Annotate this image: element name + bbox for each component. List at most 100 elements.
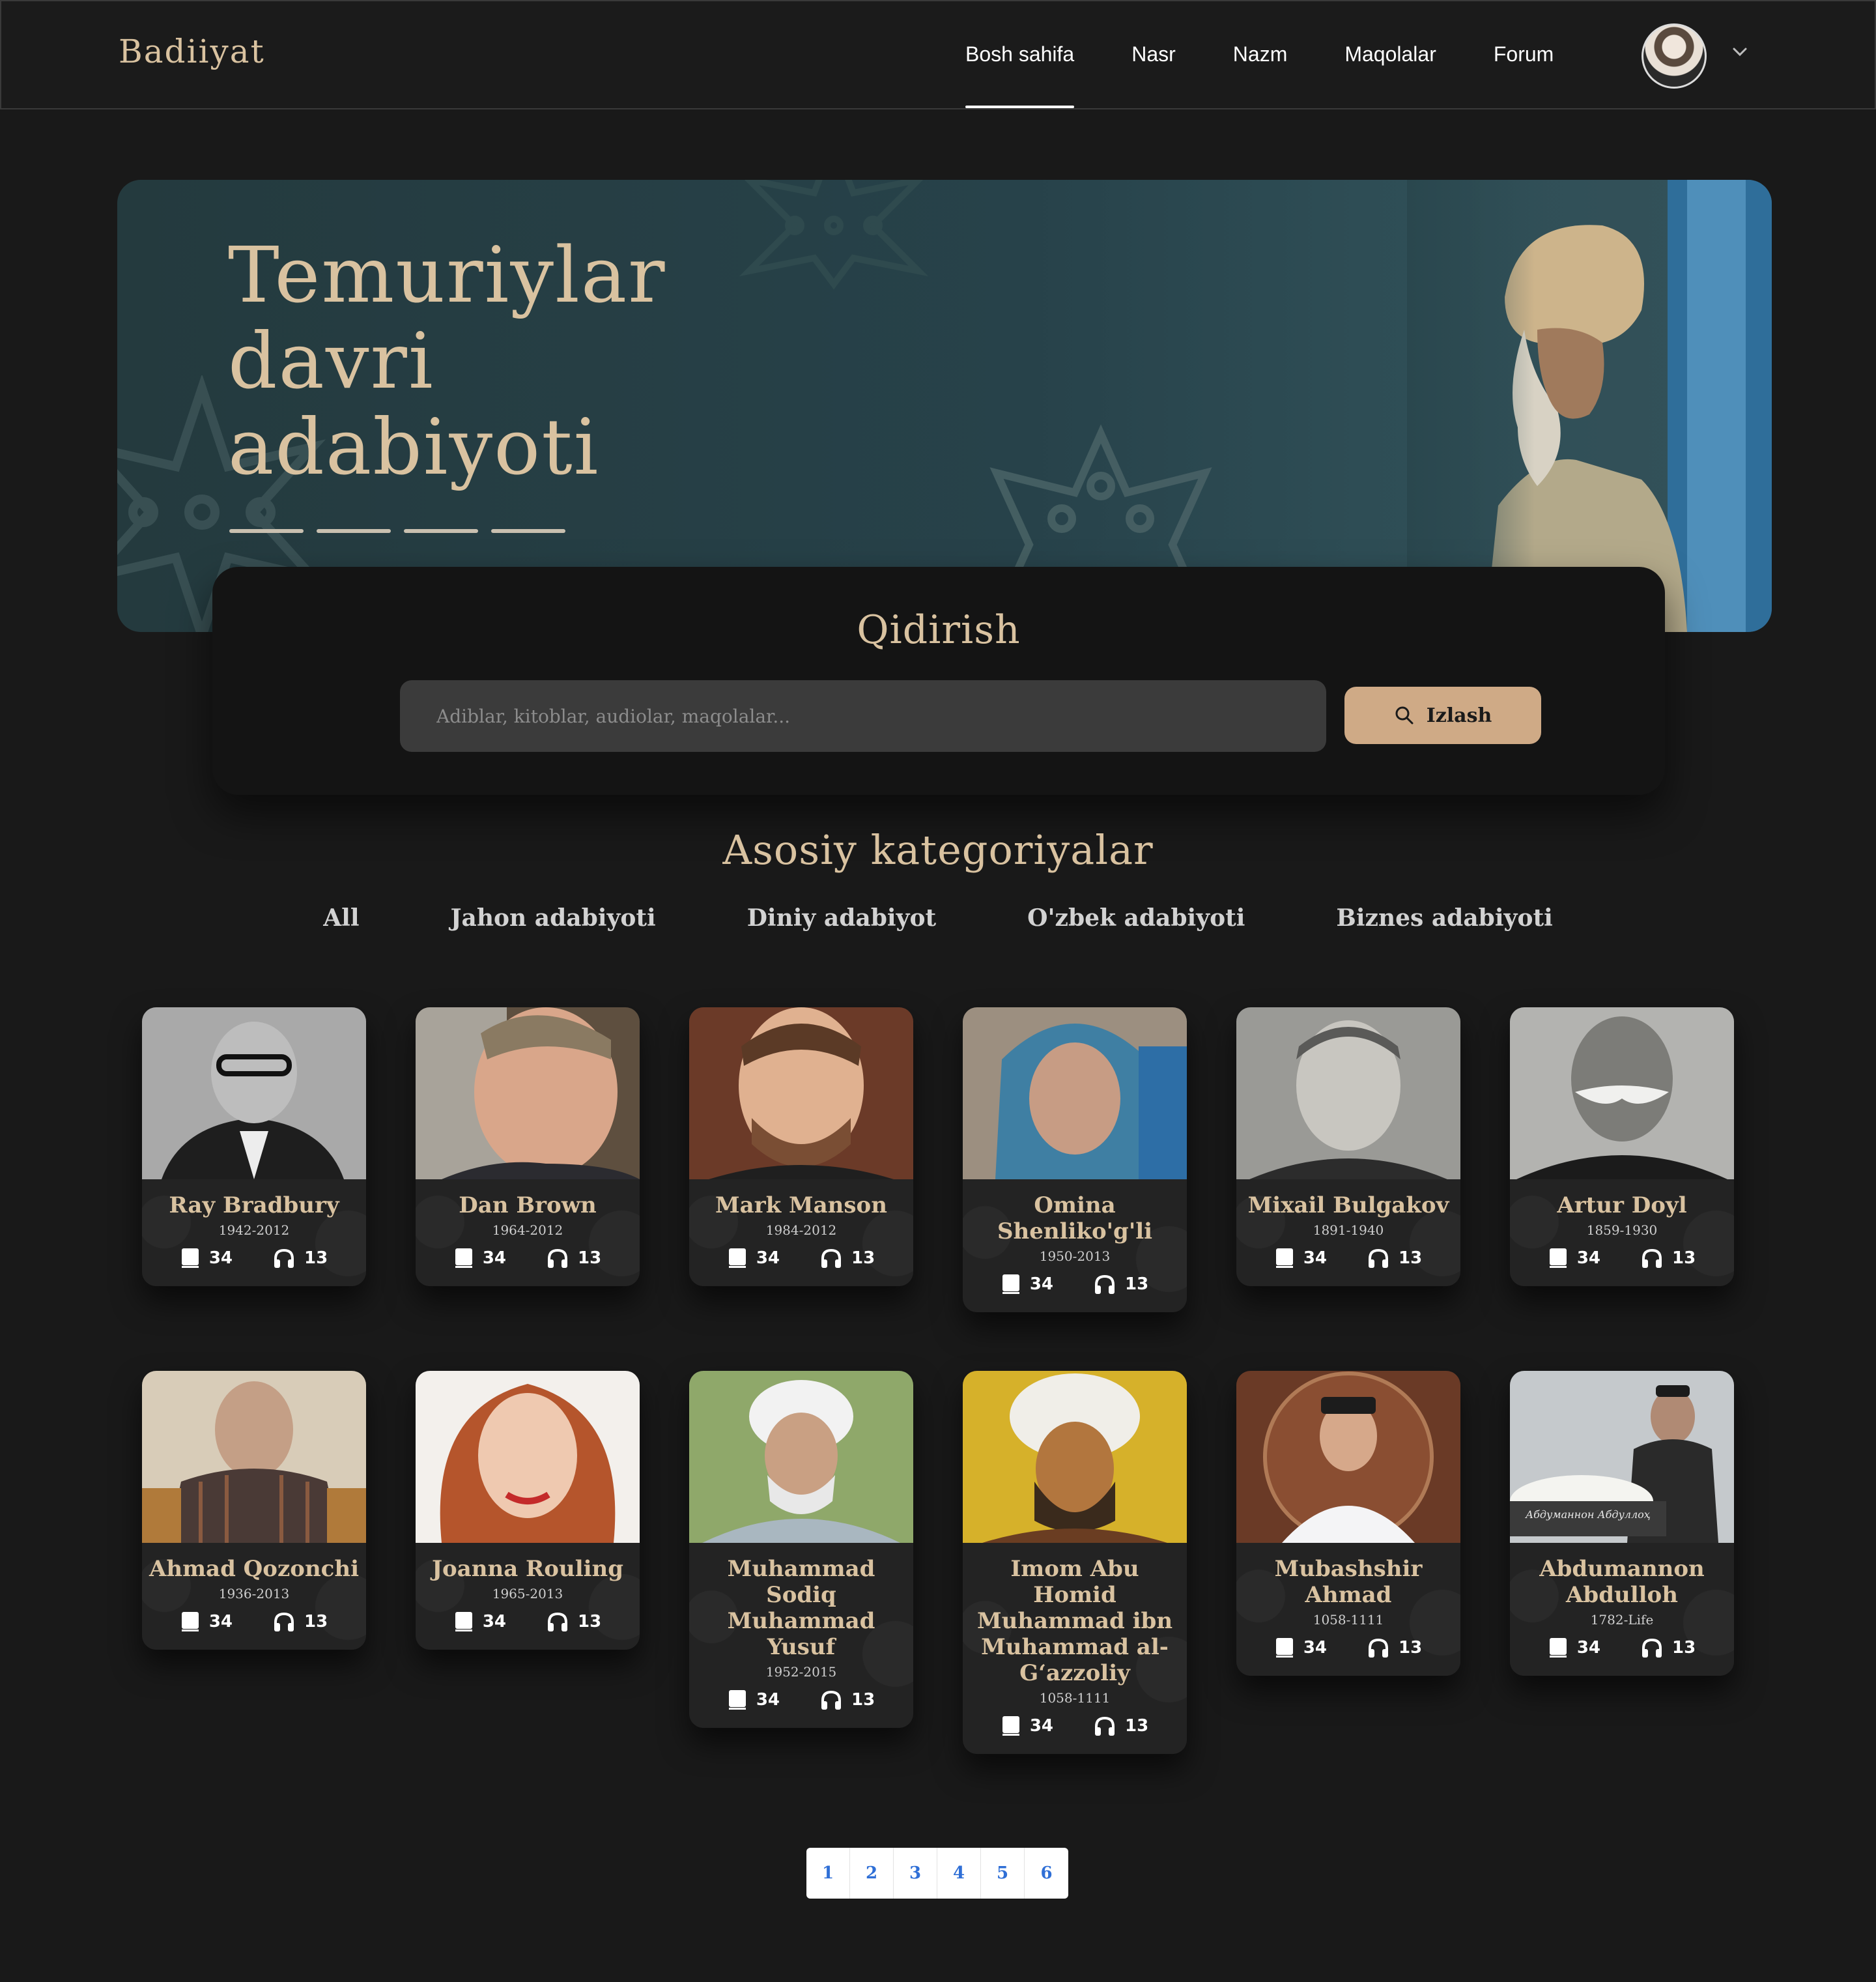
author-card[interactable]: Artur Doyl 1859-1930 34 13 [1510,1007,1734,1286]
author-card[interactable]: Muhammad Sodiq Muhammad Yusuf 1952-2015 … [689,1371,913,1728]
author-card-body: Artur Doyl 1859-1930 34 13 [1510,1179,1734,1286]
author-card-body: Abdumannon Abdulloh 1782-Life 34 13 [1510,1543,1734,1676]
author-stats: 34 13 [969,1273,1180,1295]
author-card[interactable]: Dan Brown 1964-2012 34 13 [416,1007,640,1286]
audio-count: 13 [1399,1638,1423,1658]
author-card-body: Muhammad Sodiq Muhammad Yusuf 1952-2015 … [689,1543,913,1728]
audio-count: 13 [1125,1716,1149,1736]
author-name: Artur Doyl [1557,1192,1687,1218]
main-nav: Bosh sahifa Nasr Nazm Maqolalar Forum [965,1,1611,111]
tab-ozbek-adabiyoti[interactable]: O'zbek adabiyoti [1027,904,1245,932]
books-stat: 34 [180,1611,233,1633]
author-card-body: Mubashshir Ahmad 1058-1111 34 13 [1236,1543,1460,1676]
nav-bosh-sahifa[interactable]: Bosh sahifa [965,1,1075,111]
author-name: Dan Brown [459,1192,597,1218]
page-button-3[interactable]: 3 [894,1848,937,1899]
book-icon [1002,1716,1019,1736]
chevron-down-icon[interactable] [1731,43,1748,60]
author-card-body: Omina Shenliko'g'li 1950-2013 34 13 [963,1179,1187,1312]
tab-all[interactable]: All [323,904,359,932]
author-years: 1936-2013 [218,1586,290,1601]
audio-count: 13 [1125,1274,1149,1294]
author-stats: 34 13 [696,1247,907,1269]
author-name: Mubashshir Ahmad [1274,1556,1423,1608]
search-input[interactable] [400,680,1326,752]
page-button-1[interactable]: 1 [806,1848,850,1899]
author-photo [963,1371,1187,1543]
audio-stat: 13 [1094,1715,1148,1737]
author-card[interactable]: Абдуманнон Абдуллоҳ Abdumannon Abdulloh … [1510,1371,1734,1676]
author-card-body: Joanna Rouling 1965-2013 34 13 [416,1543,640,1650]
audio-count: 13 [304,1612,328,1631]
nav-maqolalar[interactable]: Maqolalar [1344,1,1436,111]
audio-stat: 13 [1641,1637,1696,1659]
books-count: 34 [756,1690,780,1710]
author-name: Mark Manson [715,1192,887,1218]
carousel-indicator[interactable] [229,529,304,533]
author-card[interactable]: Mixail Bulgakov 1891-1940 34 13 [1236,1007,1460,1286]
site-logo[interactable]: Badiiyat [119,33,265,70]
author-card[interactable]: Imom Abu Homid Muhammad ibn Muhammad al-… [963,1371,1187,1754]
search-button[interactable]: Izlash [1344,687,1541,744]
author-card[interactable]: Ray Bradbury 1942-2012 34 13 [142,1007,366,1286]
carousel-indicator[interactable] [404,529,478,533]
headphones-icon [1642,1638,1662,1658]
hero-title-line: davri [228,316,434,406]
author-card[interactable]: Joanna Rouling 1965-2013 34 13 [416,1371,640,1650]
author-years: 1058-1111 [1313,1612,1384,1628]
nav-forum[interactable]: Forum [1494,1,1554,111]
audio-count: 13 [304,1248,328,1268]
author-card[interactable]: Mark Manson 1984-2012 34 13 [689,1007,913,1286]
audio-stat: 13 [547,1611,601,1633]
audio-stat: 13 [1641,1247,1696,1269]
tab-jahon-adabiyoti[interactable]: Jahon adabiyoti [451,904,656,932]
headphones-icon [548,1248,567,1268]
author-photo [416,1007,640,1179]
books-count: 34 [1576,1638,1600,1658]
books-stat: 34 [180,1247,233,1269]
carousel-indicator[interactable] [491,529,565,533]
author-years: 1891-1940 [1313,1222,1384,1238]
page-button-2[interactable]: 2 [850,1848,894,1899]
book-icon [455,1612,472,1631]
page-button-4[interactable]: 4 [937,1848,981,1899]
book-icon [1549,1248,1567,1268]
headphones-icon [548,1612,567,1631]
search-panel: Qidirish Izlash [212,567,1665,795]
categories-title: Asosiy kategoriyalar [722,826,1154,874]
author-name: Abdumannon Abdulloh [1539,1556,1705,1608]
audio-count: 13 [578,1248,602,1268]
author-years: 1950-2013 [1039,1248,1111,1264]
nav-nasr[interactable]: Nasr [1131,1,1176,111]
hero-title-line: adabiyoti [228,402,600,492]
author-name: Imom Abu Homid Muhammad ibn Muhammad al-… [976,1556,1173,1686]
tab-biznes-adabiyoti[interactable]: Biznes adabiyoti [1336,904,1552,932]
page-button-5[interactable]: 5 [981,1848,1025,1899]
tab-diniy-adabiyot[interactable]: Diniy adabiyot [747,904,936,932]
author-card-body: Imom Abu Homid Muhammad ibn Muhammad al-… [963,1543,1187,1754]
author-stats: 34 13 [1243,1637,1454,1659]
author-card[interactable]: Ahmad Qozonchi 1936-2013 34 13 [142,1371,366,1650]
user-avatar[interactable] [1642,23,1707,89]
author-card[interactable]: Mubashshir Ahmad 1058-1111 34 13 [1236,1371,1460,1676]
book-icon [1549,1638,1567,1658]
author-photo [963,1007,1187,1179]
book-icon [181,1248,199,1268]
books-count: 34 [208,1248,233,1268]
author-card[interactable]: Omina Shenliko'g'li 1950-2013 34 13 [963,1007,1187,1312]
carousel-indicator[interactable] [317,529,391,533]
author-photo [689,1007,913,1179]
page-button-6[interactable]: 6 [1025,1848,1068,1899]
books-stat: 34 [728,1247,780,1269]
books-count: 34 [1303,1248,1327,1268]
photo-caption: Абдуманнон Абдуллоҳ [1525,1508,1651,1521]
author-stats: 34 13 [696,1689,907,1711]
search-icon [1395,706,1414,725]
audio-stat: 13 [547,1247,601,1269]
nav-nazm[interactable]: Nazm [1233,1,1288,111]
headphones-icon [274,1612,294,1631]
book-icon [181,1612,199,1631]
books-stat: 34 [1275,1637,1327,1659]
author-years: 1952-2015 [765,1664,837,1680]
audio-stat: 13 [1367,1247,1422,1269]
